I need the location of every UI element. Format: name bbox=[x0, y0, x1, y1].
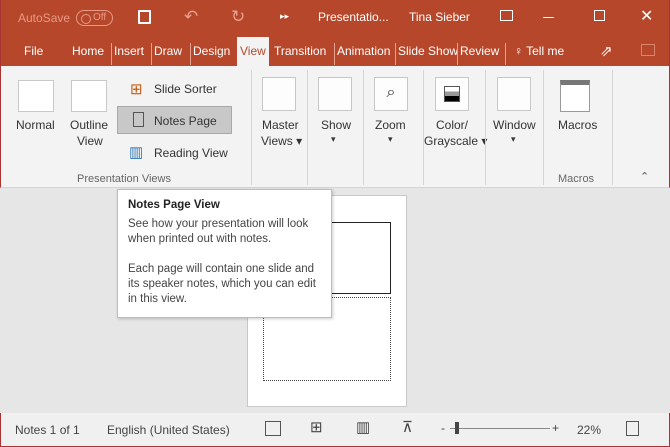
group-label-presentation-views: Presentation Views bbox=[77, 173, 171, 185]
tooltip-text-2: Each page will contain one slide and its… bbox=[128, 263, 316, 305]
undo-icon[interactable]: ↶ bbox=[184, 7, 198, 27]
tab-home[interactable]: Home bbox=[72, 43, 104, 65]
reading-view-icon: ▥ bbox=[129, 144, 144, 161]
tab-slide-show[interactable]: Slide Show bbox=[395, 43, 457, 65]
document-title: Presentatio... bbox=[318, 10, 389, 24]
save-icon[interactable] bbox=[138, 10, 151, 24]
tab-review[interactable]: Review bbox=[457, 43, 505, 65]
tooltip: Notes Page View See how your presentatio… bbox=[117, 189, 332, 318]
tab-design[interactable]: Design bbox=[190, 43, 235, 65]
tooltip-text-1: See how your presentation will look when… bbox=[128, 218, 309, 245]
close-button[interactable]: ✕ bbox=[640, 6, 653, 26]
language-status[interactable]: English (United States) bbox=[107, 423, 230, 437]
comments-icon[interactable] bbox=[641, 44, 655, 56]
slide-sorter-icon: ⊞ bbox=[130, 81, 143, 98]
tab-file[interactable]: File bbox=[24, 43, 43, 65]
minimize-button[interactable] bbox=[543, 17, 554, 18]
slide-counter: Notes 1 of 1 bbox=[15, 423, 80, 437]
slide-show-status-icon[interactable]: ⊼ bbox=[402, 418, 413, 436]
window-button[interactable]: Window bbox=[493, 118, 536, 132]
outline-view-icon bbox=[71, 80, 107, 112]
ribbon-display-options-icon[interactable] bbox=[500, 10, 513, 21]
reading-view-status-icon[interactable]: ▥ bbox=[356, 418, 370, 436]
tab-draw[interactable]: Draw bbox=[151, 43, 190, 65]
tab-view[interactable]: View bbox=[237, 37, 269, 67]
share-icon[interactable]: ⇗ bbox=[600, 42, 613, 60]
show-icon bbox=[318, 77, 352, 111]
tell-me-label: Tell me bbox=[526, 44, 565, 58]
notes-page-label: Notes Page bbox=[154, 114, 217, 128]
group-label-macros: Macros bbox=[558, 173, 595, 185]
tab-animations[interactable]: Animation bbox=[334, 43, 390, 65]
color-grayscale-button[interactable]: Grayscale ▾ bbox=[424, 134, 487, 148]
status-bar bbox=[0, 413, 670, 447]
zoom-out-button[interactable]: - bbox=[441, 421, 445, 435]
zoom-icon: ⌕ bbox=[374, 77, 408, 111]
maximize-button[interactable] bbox=[594, 10, 605, 21]
color-grayscale-icon bbox=[435, 77, 469, 111]
collapse-ribbon-icon[interactable]: ⌃ bbox=[640, 170, 649, 183]
zoom-slider-thumb[interactable] bbox=[455, 422, 459, 434]
zoom-level[interactable]: 22% bbox=[577, 423, 601, 437]
more-commands-icon[interactable]: ▸▸ bbox=[280, 11, 289, 22]
redo-icon[interactable]: ↻ bbox=[231, 7, 245, 27]
autosave-toggle[interactable]: Off bbox=[76, 10, 113, 26]
window-icon bbox=[497, 77, 531, 111]
zoom-button[interactable]: Zoom bbox=[375, 118, 406, 132]
tooltip-title: Notes Page View bbox=[128, 199, 220, 211]
macros-icon bbox=[560, 80, 590, 112]
window-dropdown-icon[interactable]: ▾ bbox=[511, 134, 516, 145]
zoom-slider[interactable] bbox=[450, 428, 550, 429]
user-name[interactable]: Tina Sieber bbox=[409, 10, 470, 24]
color-label-1[interactable]: Color/ bbox=[436, 118, 468, 132]
master-views-button[interactable]: Views ▾ bbox=[261, 134, 302, 148]
master-views-icon bbox=[262, 77, 296, 111]
master-views-label-1[interactable]: Master bbox=[262, 118, 299, 132]
normal-view-button[interactable]: Normal bbox=[16, 118, 55, 132]
tab-insert[interactable]: Insert bbox=[111, 43, 151, 65]
lightbulb-icon: ♀ bbox=[514, 44, 527, 58]
zoom-in-button[interactable]: + bbox=[552, 421, 559, 435]
slide-sorter-status-icon[interactable]: ⊞ bbox=[310, 418, 323, 436]
normal-view-icon bbox=[18, 80, 54, 112]
tell-me-search[interactable]: ♀ Tell me bbox=[505, 43, 564, 65]
slide-sorter-button[interactable]: Slide Sorter bbox=[154, 82, 217, 96]
normal-view-status-icon[interactable] bbox=[265, 421, 281, 436]
notes-page-icon bbox=[133, 112, 144, 127]
show-dropdown-icon[interactable]: ▾ bbox=[331, 134, 336, 145]
macros-button[interactable]: Macros bbox=[558, 118, 597, 132]
autosave-label: AutoSave bbox=[18, 11, 71, 25]
outline-view-label-2[interactable]: View bbox=[77, 134, 103, 148]
show-button[interactable]: Show bbox=[321, 118, 351, 132]
tab-transitions[interactable]: Transition bbox=[274, 43, 329, 65]
reading-view-button[interactable]: Reading View bbox=[154, 146, 228, 160]
outline-view-label-1[interactable]: Outline bbox=[70, 118, 108, 132]
fit-to-window-icon[interactable] bbox=[626, 421, 639, 436]
zoom-dropdown-icon[interactable]: ▾ bbox=[388, 134, 393, 145]
